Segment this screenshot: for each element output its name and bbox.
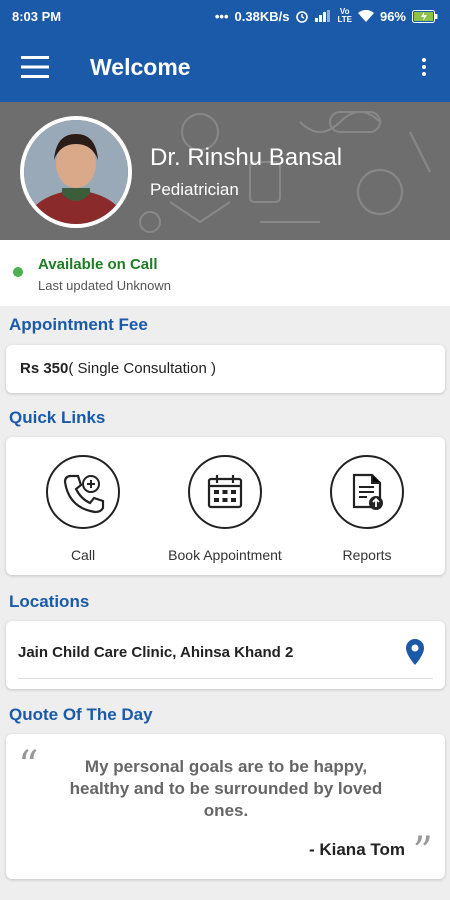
- quick-link-book-appointment[interactable]: Book Appointment: [155, 455, 295, 563]
- availability-panel: Available on Call Last updated Unknown: [0, 240, 450, 306]
- quick-link-label: Call: [70, 547, 96, 563]
- section-title-locations: Locations: [9, 592, 90, 611]
- menu-button[interactable]: [0, 32, 70, 102]
- fee-card: Rs 350( Single Consultation ): [6, 345, 445, 393]
- quick-link-icon-wrap: [188, 455, 262, 529]
- quick-link-label: Reports: [342, 547, 392, 563]
- signal-icon: [315, 10, 331, 22]
- fee-text: Rs 350( Single Consultation ): [20, 360, 216, 377]
- hamburger-icon: [21, 56, 49, 78]
- more-options-button[interactable]: [414, 52, 434, 82]
- calendar-icon: [207, 475, 243, 509]
- quick-link-reports[interactable]: Reports: [297, 455, 437, 563]
- avatar: [20, 116, 132, 228]
- quick-link-icon-wrap: [330, 455, 404, 529]
- status-bar: 8:03 PM ••• 0.38KB/s Vo LTE 96%: [0, 0, 450, 32]
- doctor-header: Dr. Rinshu Bansal Pediatrician: [0, 102, 450, 240]
- quote-close-icon: ”: [412, 829, 433, 875]
- net-speed: 0.38KB/s: [234, 8, 290, 24]
- volte-icon: Vo LTE: [337, 7, 352, 24]
- availability-status: Available on Call: [38, 256, 158, 273]
- doctor-name: Dr. Rinshu Bansal: [150, 144, 343, 171]
- section-title-fee: Appointment Fee: [9, 315, 148, 334]
- divider: [18, 678, 433, 679]
- quote-open-icon: “: [18, 743, 39, 789]
- quick-links-card: Call Book Appointment Reports: [6, 437, 445, 575]
- fee-amount: Rs 350: [20, 360, 69, 377]
- quote-card: “ My personal goals are to be happy, hea…: [6, 734, 445, 879]
- location-pin-button[interactable]: [405, 639, 425, 670]
- availability-updated: Last updated Unknown: [38, 278, 171, 293]
- more-vert-icon: [422, 58, 426, 76]
- more-notifications-icon: •••: [214, 8, 229, 24]
- section-title-quick-links: Quick Links: [9, 408, 106, 427]
- doctor-specialty: Pediatrician: [150, 180, 239, 199]
- status-time: 8:03 PM: [12, 8, 62, 24]
- section-title-quote: Quote Of The Day: [9, 705, 153, 724]
- phone-add-icon: [63, 474, 105, 514]
- map-pin-icon: [406, 639, 424, 665]
- battery-icon: [412, 9, 438, 23]
- report-upload-icon: [352, 473, 383, 510]
- quick-link-call[interactable]: Call: [13, 455, 153, 563]
- battery-level: 96%: [379, 8, 406, 24]
- quick-link-label: Book Appointment: [168, 547, 282, 563]
- quick-link-icon-wrap: [46, 455, 120, 529]
- page-title: Welcome: [90, 53, 191, 80]
- fee-detail: ( Single Consultation ): [68, 360, 216, 377]
- wifi-icon: [357, 10, 374, 22]
- doctor-photo: [24, 120, 128, 224]
- location-card[interactable]: Jain Child Care Clinic, Ahinsa Khand 2: [6, 621, 445, 689]
- app-bar: Welcome: [0, 32, 450, 102]
- availability-dot-icon: [13, 267, 23, 277]
- status-indicators: ••• 0.38KB/s Vo LTE 96%: [215, 8, 438, 24]
- location-name: Jain Child Care Clinic, Ahinsa Khand 2: [18, 644, 294, 661]
- alarm-icon: [295, 9, 309, 23]
- quote-text: My personal goals are to be happy, healt…: [69, 757, 383, 820]
- quote-author: - Kiana Tom: [308, 840, 405, 859]
